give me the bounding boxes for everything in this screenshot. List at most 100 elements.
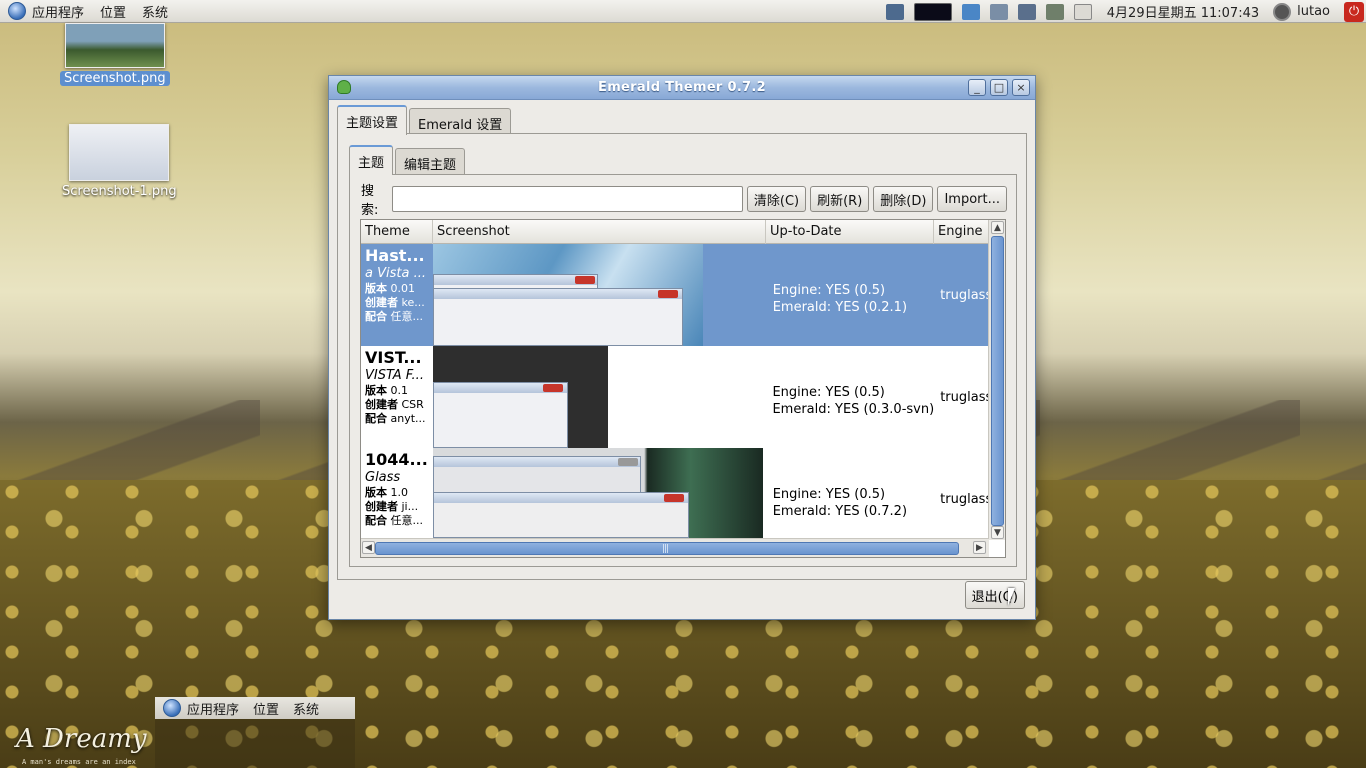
- fit-label: 配合: [365, 514, 387, 527]
- author-label: 创建者: [365, 500, 398, 513]
- mouse-cursor-icon: [1008, 588, 1022, 606]
- wired-network-icon[interactable]: [989, 3, 1008, 20]
- theme-name: Hast...: [365, 246, 425, 265]
- panel-preview: 应用程序 位置 系统: [155, 697, 355, 768]
- maximize-button[interactable]: □: [990, 79, 1008, 96]
- theme-row[interactable]: Hast... a Vista ... 版本 0.01 创建者 ke... 配合…: [361, 244, 989, 346]
- fit-value: 任意...: [390, 310, 424, 323]
- theme-info: VIST... VISTA F... 版本 0.1 创建者 CSR 配合 any…: [361, 346, 433, 448]
- scroll-down-icon[interactable]: ▼: [991, 526, 1004, 539]
- gnome-foot-icon[interactable]: [8, 2, 26, 20]
- horizontal-scrollbar[interactable]: ◀ ||| ▶: [361, 538, 989, 557]
- menu-applications[interactable]: 应用程序: [32, 2, 84, 21]
- menu-applications: 应用程序: [187, 702, 240, 718]
- theme-screenshot: [432, 448, 767, 540]
- fit-label: 配合: [365, 412, 387, 425]
- version-value: 0.1: [390, 384, 409, 397]
- theme-name: VIST...: [365, 348, 422, 367]
- theme-name: 1044...: [365, 450, 428, 469]
- theme-author: 创建者 ke...: [365, 296, 433, 310]
- author-value: ji...: [401, 500, 419, 513]
- tab-emerald-settings[interactable]: Emerald 设置: [409, 108, 512, 135]
- version-value: 1.0: [390, 486, 409, 499]
- screenshot-tool-icon[interactable]: [885, 3, 904, 20]
- up-to-date-status: Engine: YES (0.5) Emerald: YES (0.7.2): [767, 448, 934, 540]
- power-icon[interactable]: ⏻: [1344, 1, 1364, 22]
- tab-theme-settings[interactable]: 主题设置: [337, 105, 408, 135]
- top-panel: 应用程序 位置 系统 4月29日星期五 11:07:43 lutao ⏻: [0, 0, 1366, 23]
- theme-fit: 配合 anyt...: [365, 412, 433, 426]
- engine-status: Engine: YES (0.5): [772, 487, 886, 502]
- menu-system: 系统: [293, 702, 320, 718]
- user-name: lutao: [1297, 4, 1330, 19]
- import-button[interactable]: Import...: [937, 186, 1007, 212]
- up-to-date-status: Engine: YES (0.5) Emerald: YES (0.3.0-sv…: [766, 346, 934, 448]
- theme-info: 1044... Glass 版本 1.0 创建者 ji... 配合 任意...: [361, 448, 433, 540]
- desktop-icon-screenshot[interactable]: Screenshot.png: [60, 23, 170, 86]
- theme-description: VISTA F...: [365, 368, 424, 383]
- window-title: Emerald Themer 0.7.2: [598, 80, 766, 95]
- menu-places[interactable]: 位置: [100, 2, 126, 21]
- theme-screenshot: [432, 346, 767, 448]
- emerald-status: Emerald: YES (0.3.0-svn): [772, 402, 935, 417]
- vertical-scroll-thumb[interactable]: [991, 236, 1004, 526]
- up-to-date-status: Engine: YES (0.5) Emerald: YES (0.2.1): [767, 244, 934, 346]
- theme-description: a Vista ...: [365, 266, 426, 281]
- horizontal-scroll-thumb[interactable]: |||: [375, 542, 959, 555]
- theme-author: 创建者 CSR: [365, 398, 433, 412]
- scroll-left-icon[interactable]: ◀: [362, 541, 375, 554]
- refresh-button[interactable]: 刷新(R): [810, 186, 870, 212]
- theme-row[interactable]: VIST... VISTA F... 版本 0.1 创建者 CSR 配合 any…: [361, 346, 989, 448]
- emerald-icon: [337, 80, 351, 94]
- engine-name: truglass: [940, 288, 989, 303]
- image-thumbnail-icon: [64, 23, 165, 68]
- theme-row[interactable]: 1044... Glass 版本 1.0 创建者 ji... 配合 任意...: [361, 448, 989, 540]
- version-value: 0.01: [390, 282, 416, 295]
- scroll-right-icon[interactable]: ▶: [973, 541, 986, 554]
- user-switcher[interactable]: lutao: [1273, 2, 1330, 21]
- version-label: 版本: [365, 282, 387, 295]
- clock[interactable]: 4月29日星期五 11:07:43: [1107, 2, 1259, 21]
- column-header-up-to-date[interactable]: Up-to-Date: [766, 220, 934, 244]
- theme-version: 版本 0.1: [365, 384, 433, 398]
- search-input[interactable]: [392, 186, 743, 212]
- system-monitor-icon[interactable]: [913, 2, 952, 21]
- theme-fit: 配合 任意...: [365, 514, 433, 528]
- tab-themes[interactable]: 主题: [349, 145, 394, 175]
- engine-status: Engine: YES (0.5): [772, 385, 885, 400]
- theme-settings-panel: 主题 编辑主题 搜索: 清除(C) 刷新(R) 删除(D) Import... …: [337, 133, 1027, 580]
- column-header-engine[interactable]: Engine: [934, 220, 989, 244]
- column-header-screenshot[interactable]: Screenshot: [433, 220, 766, 244]
- author-label: 创建者: [365, 398, 398, 411]
- user-icon: [1273, 2, 1292, 21]
- theme-fit: 配合 任意...: [365, 310, 433, 324]
- theme-description: Glass: [365, 470, 401, 485]
- wallpaper-text: A Dreamy: [16, 724, 147, 754]
- clear-button[interactable]: 清除(C): [746, 186, 807, 212]
- volume-icon[interactable]: [1045, 3, 1064, 20]
- theme-version: 版本 0.01: [365, 282, 433, 296]
- emerald-status: Emerald: YES (0.2.1): [772, 300, 908, 315]
- menu-system[interactable]: 系统: [142, 2, 168, 21]
- desktop-icon-screenshot-1[interactable]: Screenshot-1.png: [58, 124, 181, 199]
- author-label: 创建者: [365, 296, 398, 309]
- minimize-button[interactable]: _: [968, 79, 986, 96]
- search-row: 搜索: 清除(C) 刷新(R) 删除(D) Import...: [361, 184, 1007, 218]
- column-header-theme[interactable]: Theme: [361, 220, 433, 244]
- network-icon[interactable]: [961, 3, 980, 20]
- wallpaper-subtext: A man's dreams are an index: [22, 758, 136, 766]
- engine-name: truglass: [940, 390, 989, 405]
- close-button[interactable]: ×: [1012, 79, 1030, 96]
- tab-edit-theme[interactable]: 编辑主题: [395, 148, 466, 175]
- delete-button[interactable]: 删除(D): [873, 186, 934, 212]
- system-tray: 4月29日星期五 11:07:43 lutao ⏻: [881, 0, 1366, 23]
- scroll-up-icon[interactable]: ▲: [991, 221, 1004, 234]
- theme-screenshot: [432, 244, 767, 346]
- author-value: ke...: [401, 296, 425, 309]
- display-icon[interactable]: [1017, 3, 1036, 20]
- mail-icon[interactable]: [1073, 3, 1092, 20]
- titlebar[interactable]: Emerald Themer 0.7.2 _ □ ×: [329, 76, 1035, 100]
- engine-name: truglass: [940, 492, 989, 507]
- vertical-scrollbar[interactable]: ▲ ▼: [988, 220, 1005, 540]
- search-label: 搜索:: [361, 184, 379, 218]
